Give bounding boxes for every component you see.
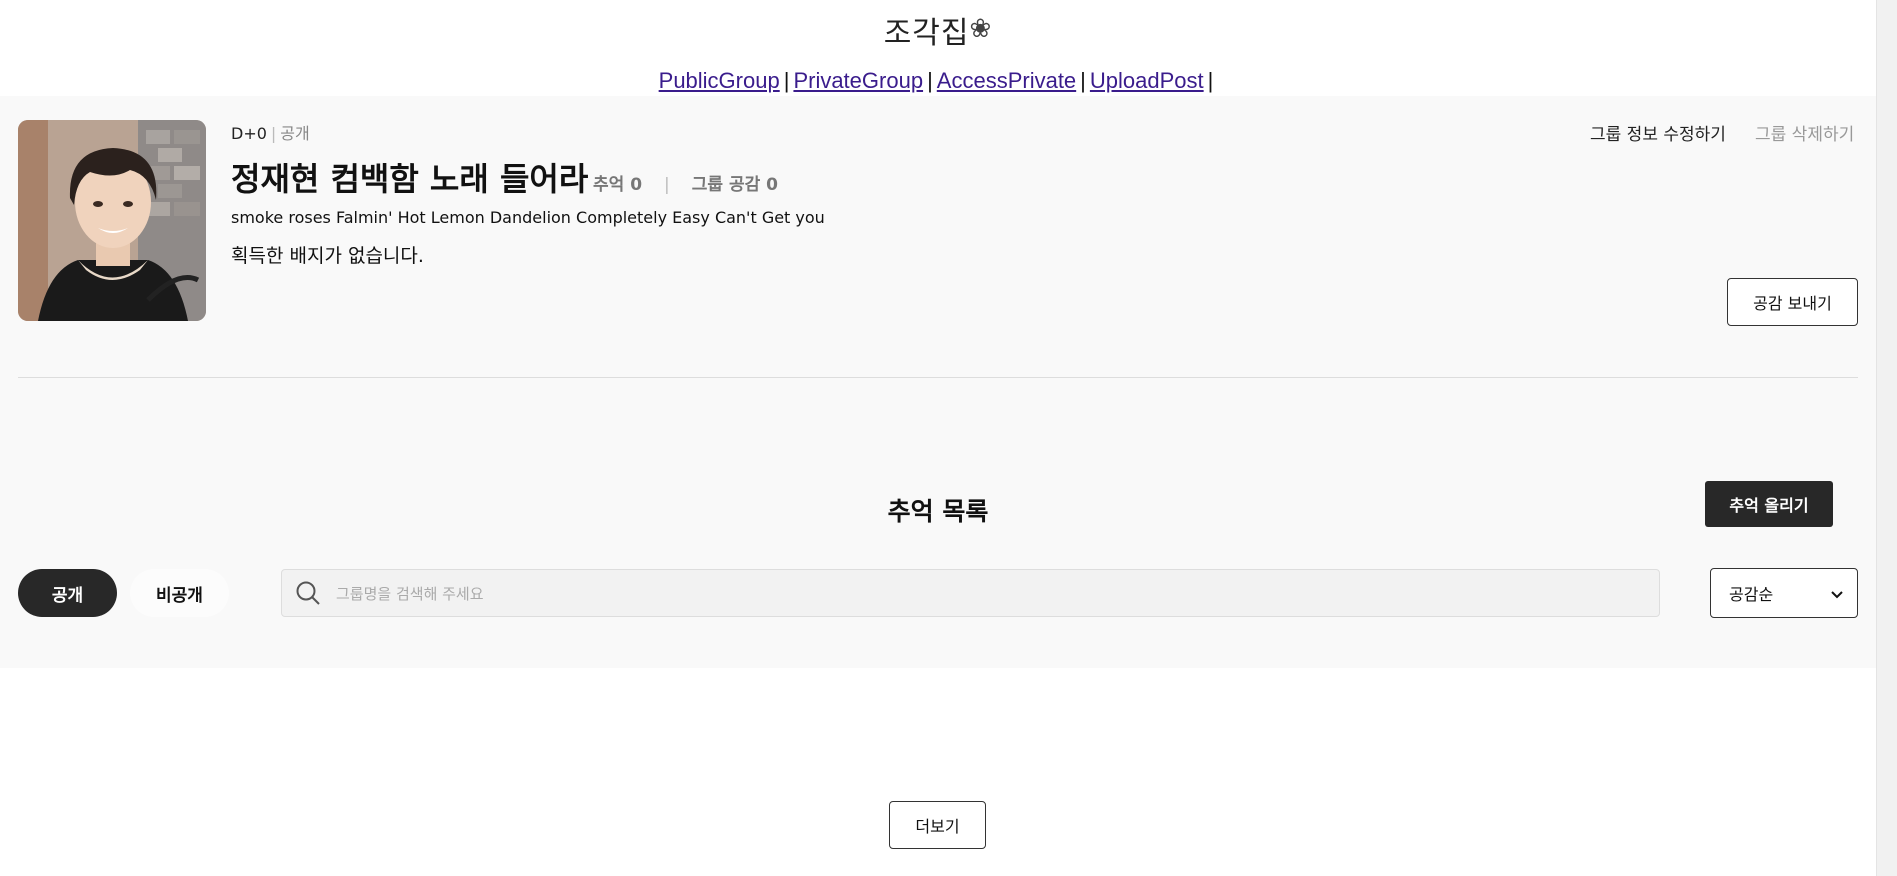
group-stats: 추억 0 | 그룹 공감 0 bbox=[593, 170, 778, 195]
visibility-label: 공개 bbox=[280, 124, 310, 143]
upload-memory-button[interactable]: 추억 올리기 bbox=[1705, 481, 1833, 527]
nav-separator: | bbox=[1080, 68, 1086, 93]
memory-list-title: 추억 목록 bbox=[887, 497, 989, 526]
site-logo[interactable]: 조각집❀ bbox=[0, 8, 1876, 52]
dday-label: D+0 bbox=[231, 124, 267, 143]
send-like-button[interactable]: 공감 보내기 bbox=[1727, 278, 1858, 326]
meta-divider: | bbox=[270, 124, 277, 143]
stats-divider: | bbox=[664, 175, 670, 195]
sort-select[interactable]: 공감순 bbox=[1710, 568, 1858, 618]
tab-public[interactable]: 공개 bbox=[18, 569, 117, 617]
search-icon bbox=[294, 579, 322, 607]
load-more-button[interactable]: 더보기 bbox=[889, 801, 986, 849]
top-navigation: PublicGroup | PrivateGroup | AccessPrivate | U… bbox=[0, 68, 1876, 94]
group-meta: D+0 | 공개 bbox=[231, 120, 310, 144]
nav-link-access-private[interactable]: AccessPrivate bbox=[937, 68, 1076, 93]
group-like-count: 그룹 공감 0 bbox=[691, 175, 778, 195]
section-divider bbox=[18, 377, 1858, 378]
nav-link-public-group[interactable]: PublicGroup bbox=[659, 68, 780, 93]
nav-link-private-group[interactable]: PrivateGroup bbox=[793, 68, 923, 93]
flower-icon: ❀ bbox=[969, 14, 993, 44]
nav-separator: | bbox=[1207, 68, 1214, 93]
nav-separator: | bbox=[783, 68, 790, 93]
logo-text: 조각집 bbox=[883, 16, 970, 51]
search-placeholder: 그룹명을 검색해 주세요 bbox=[336, 584, 484, 603]
page-scrollbar[interactable] bbox=[1876, 0, 1897, 876]
chevron-down-icon bbox=[1831, 584, 1843, 603]
nav-link-upload-post[interactable]: UploadPost bbox=[1090, 68, 1204, 93]
group-name: 정재현 컴백함 노래 들어라 bbox=[231, 160, 589, 198]
search-input[interactable]: 그룹명을 검색해 주세요 bbox=[281, 569, 1660, 617]
delete-group-button[interactable]: 그룹 삭제하기 bbox=[1755, 120, 1854, 145]
edit-group-button[interactable]: 그룹 정보 수정하기 bbox=[1590, 120, 1726, 145]
sort-value: 공감순 bbox=[1729, 585, 1774, 604]
group-image bbox=[18, 120, 206, 321]
tab-private[interactable]: 비공개 bbox=[130, 569, 229, 617]
group-intro: smoke roses Falmin' Hot Lemon Dandelion … bbox=[231, 208, 825, 227]
badges-empty-message: 획득한 배지가 없습니다. bbox=[231, 245, 424, 267]
nav-separator: | bbox=[927, 68, 933, 93]
memory-count: 추억 0 bbox=[593, 175, 643, 195]
